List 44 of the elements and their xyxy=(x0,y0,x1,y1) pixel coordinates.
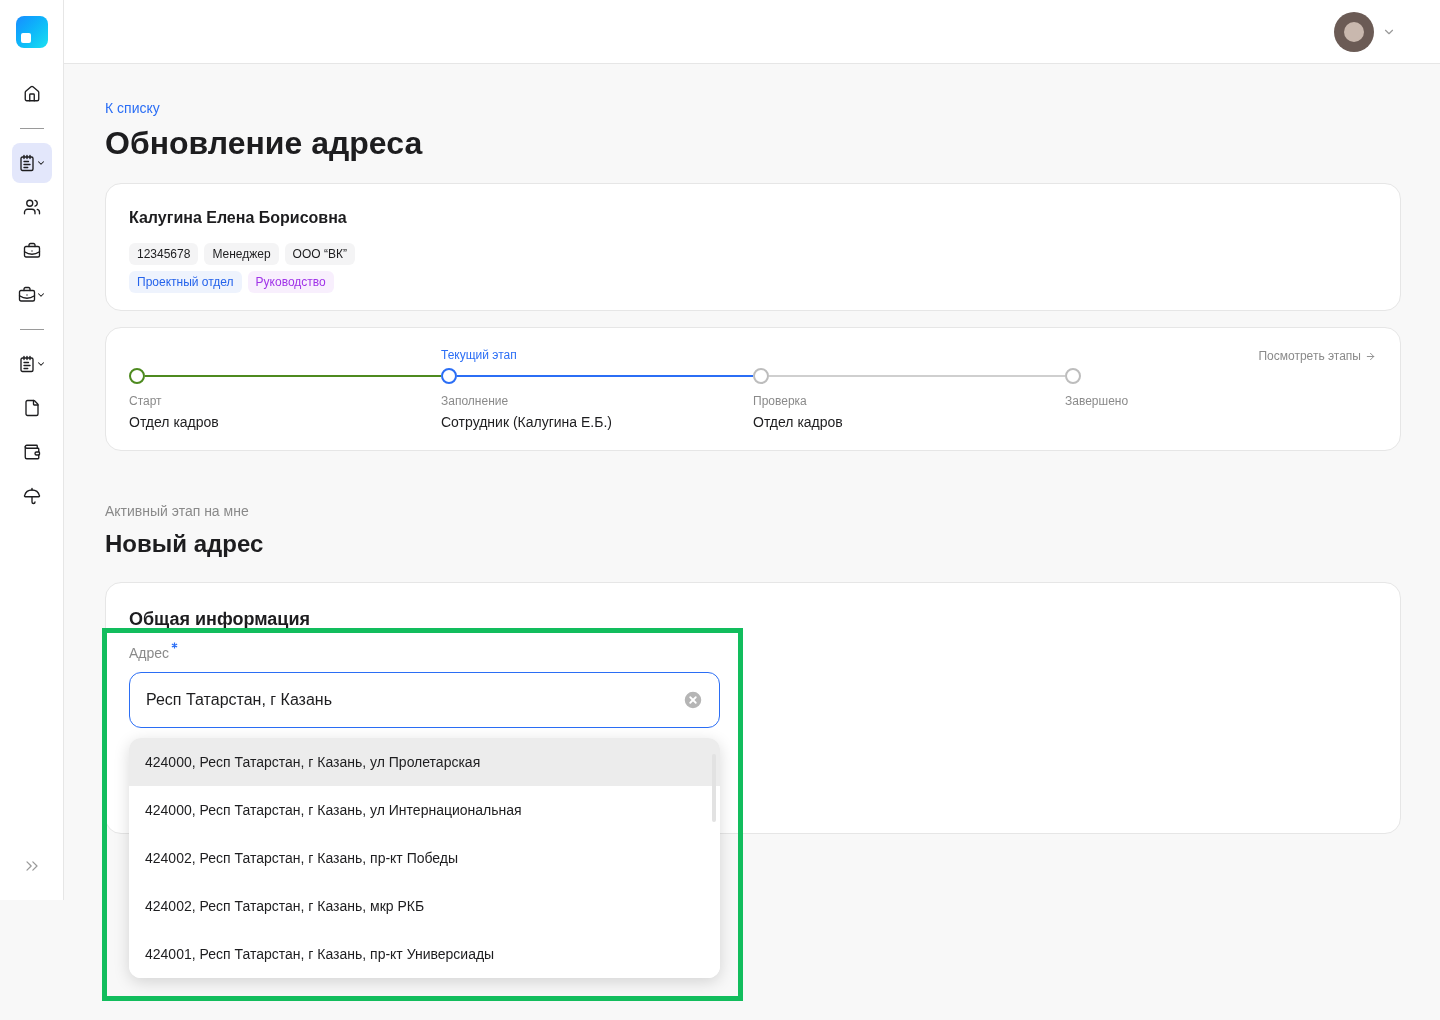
sidebar-item[interactable] xyxy=(11,143,52,183)
briefcase-icon xyxy=(17,286,36,304)
step-owner: Отдел кадров xyxy=(753,413,843,432)
users-icon xyxy=(22,198,41,216)
file-icon xyxy=(22,399,41,417)
field-label: Адрес xyxy=(129,644,170,663)
caret-icon xyxy=(35,158,46,168)
caret-icon xyxy=(35,290,46,300)
suggestion-item[interactable]: 424002, Респ Татарстан, г Казань, мкр РКБ xyxy=(129,882,720,930)
avatar[interactable] xyxy=(1334,11,1374,52)
address-input[interactable]: Респ Татарстан, г Казань xyxy=(129,672,720,728)
view-stages-link[interactable]: Посмотреть этапы xyxy=(1258,347,1376,365)
suggestion-item[interactable]: 424000, Респ Татарстан, г Казань, ул Пролетарская xyxy=(129,738,720,786)
briefcase-icon xyxy=(22,242,41,260)
home-icon xyxy=(22,85,41,103)
step-caption: Завершено xyxy=(1065,393,1129,410)
back-link[interactable]: К списку xyxy=(105,98,160,119)
employee-name: Калугина Елена Борисовна xyxy=(129,208,348,228)
suggestion-item[interactable]: 424000, Респ Татарстан, г Казань, ул Интернациональная xyxy=(129,786,720,834)
form-title: Общая информация xyxy=(129,608,311,631)
page-title: Обновление адреса xyxy=(105,124,424,163)
info-tag: Менеджер xyxy=(204,243,279,265)
step-caption: Проверка xyxy=(753,393,807,410)
clear-icon xyxy=(682,689,704,711)
document-icon xyxy=(17,355,36,373)
app-logo[interactable] xyxy=(15,16,48,48)
section-overline: Активный этап на мне xyxy=(105,502,249,521)
info-tag: 12345678 xyxy=(129,243,199,265)
arrow-icon xyxy=(1365,350,1376,362)
umbrella-icon xyxy=(22,487,41,505)
caret-icon xyxy=(35,359,46,369)
info-tag: ООО “ВК” xyxy=(284,243,355,265)
step-owner: Сотрудник (Калугина Е.Б.) xyxy=(441,413,612,432)
step-owner: Отдел кадров xyxy=(129,413,219,432)
document-icon xyxy=(17,154,36,172)
step-caption: Старт xyxy=(129,393,162,410)
current-stage-label: Текущий этап xyxy=(441,348,517,362)
wallet-icon xyxy=(22,443,41,461)
department-tag: Руководство xyxy=(247,271,334,293)
step-caption: Заполнение xyxy=(441,393,509,410)
suggestion-item[interactable]: 424001, Респ Татарстан, г Казань, пр-кт Универсиады xyxy=(129,930,720,978)
department-tag: Проектный отдел xyxy=(129,271,242,293)
section-title: Новый адрес xyxy=(105,529,265,559)
suggestion-item[interactable]: 424002, Респ Татарстан, г Казань, пр-кт Победы xyxy=(129,834,720,882)
